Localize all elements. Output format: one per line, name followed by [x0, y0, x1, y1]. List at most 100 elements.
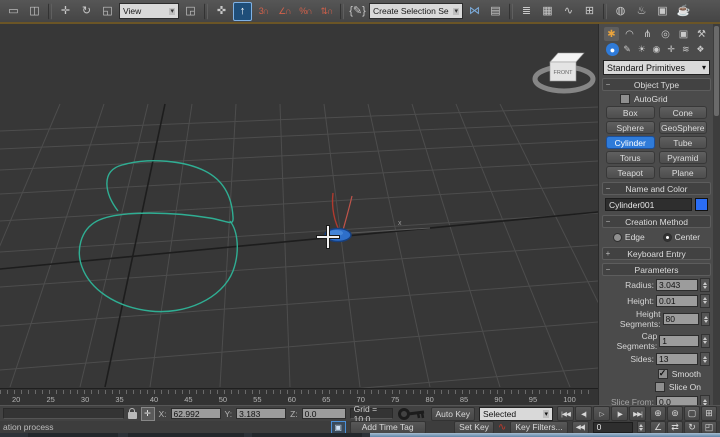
material-editor-icon[interactable]: ◍ [611, 2, 630, 21]
rollout-toggle[interactable]: − [603, 80, 613, 89]
box-button[interactable]: Box [606, 106, 655, 119]
toolbar-separator[interactable] [603, 3, 607, 20]
angle-snap-icon[interactable]: ∠∩ [275, 2, 294, 21]
rollout-toggle[interactable]: − [603, 184, 613, 193]
select-and-scale-icon[interactable]: ◱ [98, 2, 117, 21]
x-coordinate-field[interactable]: 62.992 [171, 408, 221, 419]
object-color-swatch[interactable] [695, 198, 708, 211]
zoom-all-icon[interactable]: ⊚ [667, 406, 683, 421]
select-and-rotate-icon[interactable]: ↻ [77, 2, 96, 21]
sphere-button[interactable]: Sphere [606, 121, 655, 134]
param-spinner[interactable] [700, 278, 710, 292]
schematic-view-icon[interactable]: ⊞ [580, 2, 599, 21]
field-of-view-icon[interactable]: ∠ [650, 421, 666, 434]
window-crossing-toggle-icon[interactable]: ◫ [25, 2, 44, 21]
go-to-start-button[interactable]: |◀◀ [557, 406, 574, 421]
lights-category-icon[interactable]: ☀ [635, 43, 648, 56]
set-keys-icon[interactable] [397, 406, 427, 422]
modify-tab[interactable]: ◠ [622, 27, 637, 41]
hierarchy-tab[interactable]: ⋔ [640, 27, 655, 41]
keyboard-entry-rollout-header[interactable]: + Keyboard Entry [602, 247, 711, 260]
pan-icon[interactable]: ⇄ [667, 421, 683, 434]
select-and-place-icon[interactable]: ↑ [233, 2, 252, 21]
pyramid-button[interactable]: Pyramid [659, 151, 708, 164]
param-spinner[interactable] [701, 334, 710, 348]
display-tab[interactable]: ▣ [676, 27, 691, 41]
geosphere-button[interactable]: GeoSphere [659, 121, 708, 134]
param-value-field[interactable]: 80 [663, 313, 700, 325]
previous-frame-button[interactable]: ◀| [575, 406, 592, 421]
autogrid-checkbox[interactable] [620, 94, 630, 104]
rectangular-selection-region-icon[interactable]: ▭ [4, 2, 23, 21]
param-value-field[interactable]: 0.01 [656, 295, 698, 307]
shapes-category-icon[interactable]: ✎ [621, 43, 634, 56]
time-slider[interactable]: 20253035404550556065707580859095100 [0, 388, 598, 405]
param-value-field[interactable]: 0.0 [656, 396, 698, 405]
panel-scrollbar[interactable] [713, 24, 720, 405]
param-value-field[interactable]: 13 [656, 353, 698, 365]
create-selection-set-dropdown[interactable]: Create Selection Se [369, 3, 463, 19]
scene-explorer-icon[interactable]: ▦ [538, 2, 557, 21]
zoom-extents-all-icon[interactable]: ⊞ [701, 406, 717, 421]
y-coordinate-field[interactable]: 3.183 [236, 408, 286, 419]
zoom-extents-icon[interactable]: ▢ [684, 406, 700, 421]
helpers-category-icon[interactable]: ✛ [665, 43, 678, 56]
selection-lock-icon[interactable] [128, 412, 137, 419]
object-name-field[interactable]: Cylinder001 [605, 198, 692, 211]
new-key-settings-icon[interactable]: ∿ [498, 422, 506, 433]
isolate-selection-toggle[interactable]: ▣ [331, 421, 346, 434]
render-production-icon[interactable]: ☕ [674, 2, 693, 21]
perspective-viewport[interactable]: x FRONT [0, 24, 598, 388]
rollout-toggle[interactable]: + [603, 249, 613, 258]
toolbar-separator[interactable] [340, 3, 344, 20]
mirror-icon[interactable]: ⋈ [465, 2, 484, 21]
z-coordinate-field[interactable]: 0.0 [302, 408, 346, 419]
panel-scrollbar-thumb[interactable] [714, 26, 719, 116]
tube-button[interactable]: Tube [659, 136, 708, 149]
creation-method-rollout-header[interactable]: − Creation Method [602, 215, 711, 228]
reference-coordinate-dropdown[interactable]: View [119, 3, 179, 19]
spacewarps-category-icon[interactable]: ≋ [679, 43, 692, 56]
center-radio-dot[interactable] [663, 233, 672, 242]
toolbar-separator[interactable] [48, 3, 52, 20]
param-spinner[interactable] [700, 352, 710, 366]
cameras-category-icon[interactable]: ◉ [650, 43, 663, 56]
select-and-manipulate-icon[interactable]: ✜ [212, 2, 231, 21]
geometry-category-icon[interactable]: ● [606, 43, 619, 56]
rendered-frame-window-icon[interactable]: ▣ [653, 2, 672, 21]
selection-filter-dropdown[interactable]: Selected [479, 407, 553, 421]
rollout-toggle[interactable]: − [603, 265, 613, 274]
systems-category-icon[interactable]: ❖ [694, 43, 707, 56]
key-mode-toggle-button[interactable]: ◀◀| [572, 421, 589, 434]
edge-radio[interactable]: Edge [613, 232, 645, 242]
toolbar-separator[interactable] [509, 3, 513, 20]
layer-manager-icon[interactable]: ≣ [517, 2, 536, 21]
spinner-snap-icon[interactable]: ⇅∩ [317, 2, 336, 21]
frame-spinner[interactable] [637, 421, 646, 433]
edge-radio-dot[interactable] [613, 233, 622, 242]
toolbar-separator[interactable] [204, 3, 208, 20]
primitive-category-dropdown[interactable]: Standard Primitives [603, 60, 710, 75]
param-value-field[interactable]: 1 [659, 335, 698, 347]
video-progress-bar[interactable] [0, 433, 720, 437]
render-setup-icon[interactable]: ♨ [632, 2, 651, 21]
key-filters-button[interactable]: Key Filters... [510, 421, 567, 434]
plane-button[interactable]: Plane [659, 166, 708, 179]
current-frame-field[interactable]: 0 [593, 422, 633, 433]
parameters-rollout-header[interactable]: − Parameters [602, 263, 711, 276]
param-value-field[interactable]: 3.043 [656, 279, 698, 291]
curve-editor-icon[interactable]: ∿ [559, 2, 578, 21]
param-spinner[interactable] [700, 294, 710, 308]
next-frame-button[interactable]: |▶ [611, 406, 628, 421]
param-spinner[interactable] [700, 395, 710, 405]
cone-button[interactable]: Cone [659, 106, 708, 119]
snap-toggle-3d-icon[interactable]: 3∩ [254, 2, 273, 21]
center-radio[interactable]: Center [663, 232, 701, 242]
object-type-rollout-header[interactable]: − Object Type [602, 78, 711, 91]
orbit-icon[interactable]: ↻ [684, 421, 700, 434]
smooth-checkbox[interactable] [658, 369, 668, 379]
go-to-end-button[interactable]: ▶▶| [629, 406, 646, 421]
auto-key-button[interactable]: Auto Key [431, 407, 476, 421]
absolute-mode-transform-icon[interactable]: ✛ [141, 407, 155, 421]
create-tab[interactable]: ✱ [604, 27, 619, 41]
